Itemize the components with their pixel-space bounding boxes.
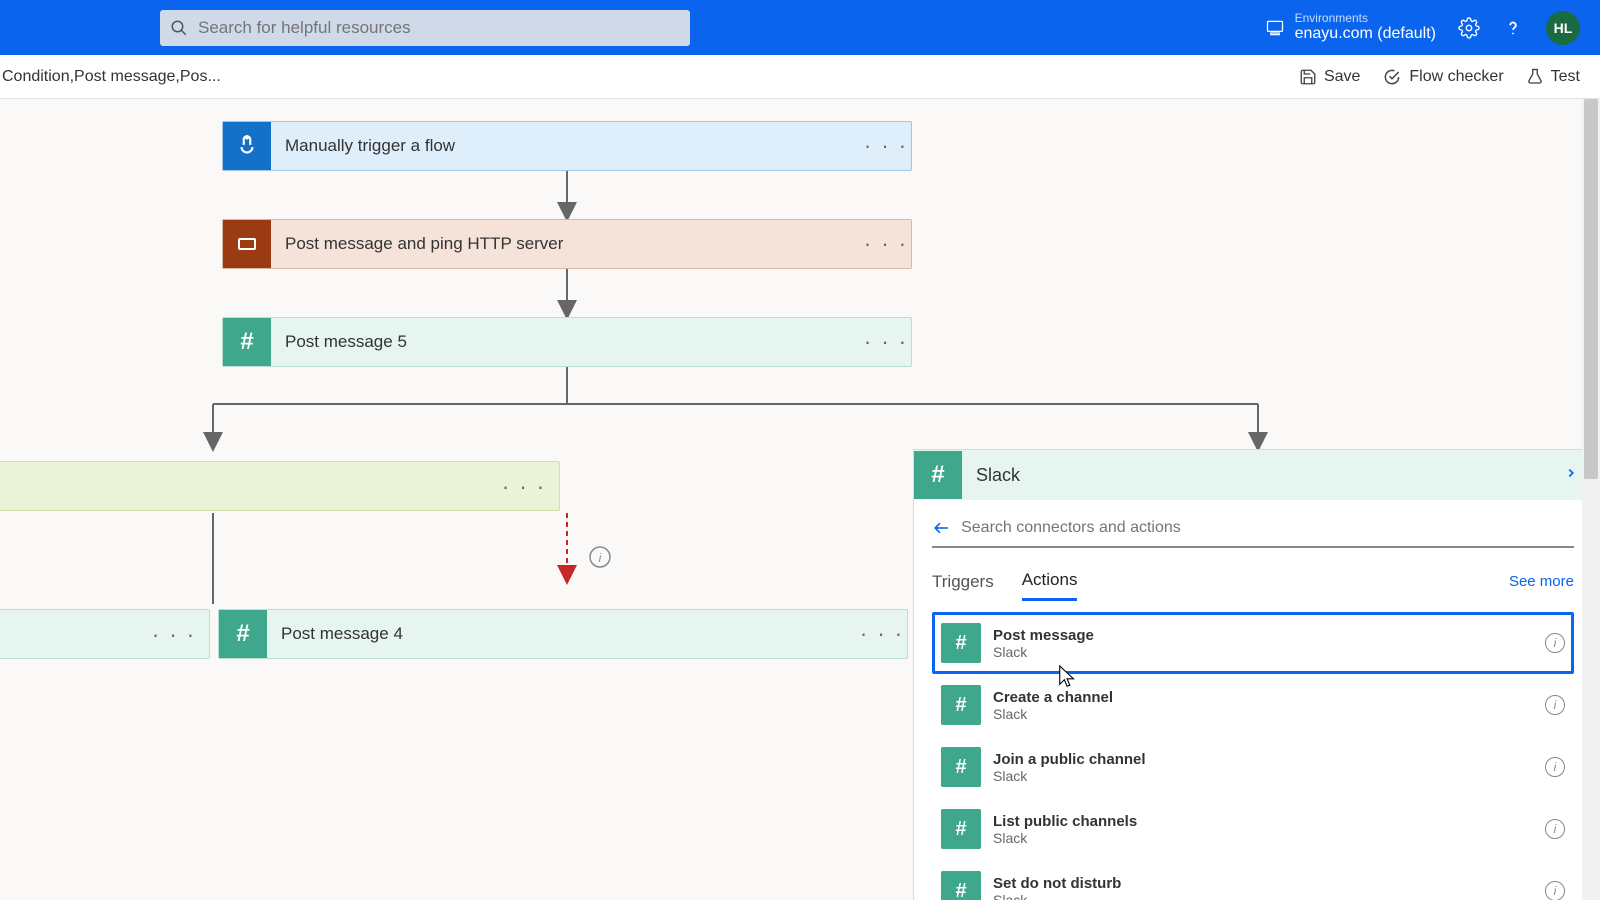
tab-actions[interactable]: Actions	[1022, 562, 1078, 601]
branch-yes-action-card[interactable]: · · ·	[0, 609, 210, 659]
action-item-list-channels[interactable]: # List public channels Slack i	[932, 798, 1574, 860]
action-picker-panel: # Slack Triggers Actions See more # Post…	[913, 449, 1593, 900]
post-message-4-title: Post message 4	[267, 624, 857, 644]
card-menu[interactable]: · · ·	[861, 133, 911, 159]
flow-checker-button[interactable]: Flow checker	[1382, 67, 1503, 87]
global-search-input[interactable]	[198, 18, 680, 38]
post-message-5-title: Post message 5	[271, 332, 861, 352]
test-button[interactable]: Test	[1526, 67, 1580, 87]
scope-icon	[223, 220, 271, 268]
action-connector: Slack	[993, 706, 1533, 722]
card-menu[interactable]: · · ·	[861, 329, 911, 355]
trigger-card[interactable]: Manually trigger a flow · · ·	[222, 121, 912, 171]
see-more-link[interactable]: See more	[1509, 573, 1574, 590]
post-message-4-card[interactable]: # Post message 4 · · ·	[218, 609, 908, 659]
action-item-join-channel[interactable]: # Join a public channel Slack i	[932, 736, 1574, 798]
user-avatar[interactable]: HL	[1546, 11, 1580, 45]
action-search[interactable]	[932, 514, 1574, 548]
slack-icon: #	[223, 318, 271, 366]
action-item-post-message[interactable]: # Post message Slack i	[932, 612, 1574, 674]
slack-icon: #	[941, 623, 981, 663]
slack-icon: #	[219, 610, 267, 658]
slack-icon: #	[941, 809, 981, 849]
action-connector: Slack	[993, 830, 1533, 846]
info-icon[interactable]: i	[1545, 881, 1565, 900]
environment-label: Environments	[1295, 12, 1436, 25]
action-name: Create a channel	[993, 689, 1533, 706]
action-connector: Slack	[993, 892, 1533, 900]
panel-title: Slack	[962, 465, 1564, 486]
environment-name: enayu.com (default)	[1295, 25, 1436, 43]
save-button[interactable]: Save	[1299, 67, 1360, 87]
environment-icon	[1265, 18, 1285, 38]
action-name: Post message	[993, 627, 1533, 644]
action-name: Join a public channel	[993, 751, 1533, 768]
card-menu[interactable]: · · ·	[861, 231, 911, 257]
search-icon	[170, 19, 188, 37]
action-item-dnd[interactable]: # Set do not disturb Slack i	[932, 860, 1574, 900]
settings-icon[interactable]	[1458, 17, 1480, 39]
slack-icon: #	[914, 451, 962, 499]
flow-checker-label: Flow checker	[1409, 68, 1503, 86]
branch-yes-card[interactable]: · · ·	[0, 461, 560, 511]
save-icon	[1299, 68, 1317, 86]
action-connector: Slack	[993, 644, 1533, 660]
trigger-title: Manually trigger a flow	[271, 136, 861, 156]
info-icon[interactable]: i	[1545, 695, 1565, 715]
tab-triggers[interactable]: Triggers	[932, 564, 994, 600]
info-icon[interactable]: i	[1545, 633, 1565, 653]
action-item-create-channel[interactable]: # Create a channel Slack i	[932, 674, 1574, 736]
test-icon	[1526, 68, 1544, 86]
info-icon[interactable]: i	[1545, 819, 1565, 839]
post-message-5-card[interactable]: # Post message 5 · · ·	[222, 317, 912, 367]
vertical-scrollbar-thumb[interactable]	[1584, 99, 1598, 479]
manual-trigger-icon	[223, 122, 271, 170]
card-menu[interactable]: · · ·	[857, 621, 907, 647]
slack-icon: #	[941, 747, 981, 787]
slack-icon: #	[941, 871, 981, 900]
action-name: Set do not disturb	[993, 875, 1533, 892]
info-icon[interactable]: i	[1545, 757, 1565, 777]
test-label: Test	[1551, 68, 1580, 86]
slack-icon: #	[941, 685, 981, 725]
card-menu[interactable]: · · ·	[499, 474, 549, 500]
flow-title-breadcrumb: Condition,Post message,Pos...	[0, 68, 221, 86]
action-name: List public channels	[993, 813, 1533, 830]
card-menu[interactable]: · · ·	[149, 622, 199, 648]
environment-picker[interactable]: Environments enayu.com (default)	[1265, 12, 1436, 43]
back-arrow-icon[interactable]	[932, 518, 951, 538]
svg-text:i: i	[599, 551, 602, 565]
flow-checker-icon	[1382, 67, 1402, 87]
scope-title: Post message and ping HTTP server	[271, 234, 861, 254]
global-search[interactable]	[160, 10, 690, 46]
action-connector: Slack	[993, 768, 1533, 784]
scope-card[interactable]: Post message and ping HTTP server · · ·	[222, 219, 912, 269]
action-search-input[interactable]	[961, 519, 1574, 537]
save-label: Save	[1324, 68, 1360, 86]
help-icon[interactable]	[1502, 17, 1524, 39]
